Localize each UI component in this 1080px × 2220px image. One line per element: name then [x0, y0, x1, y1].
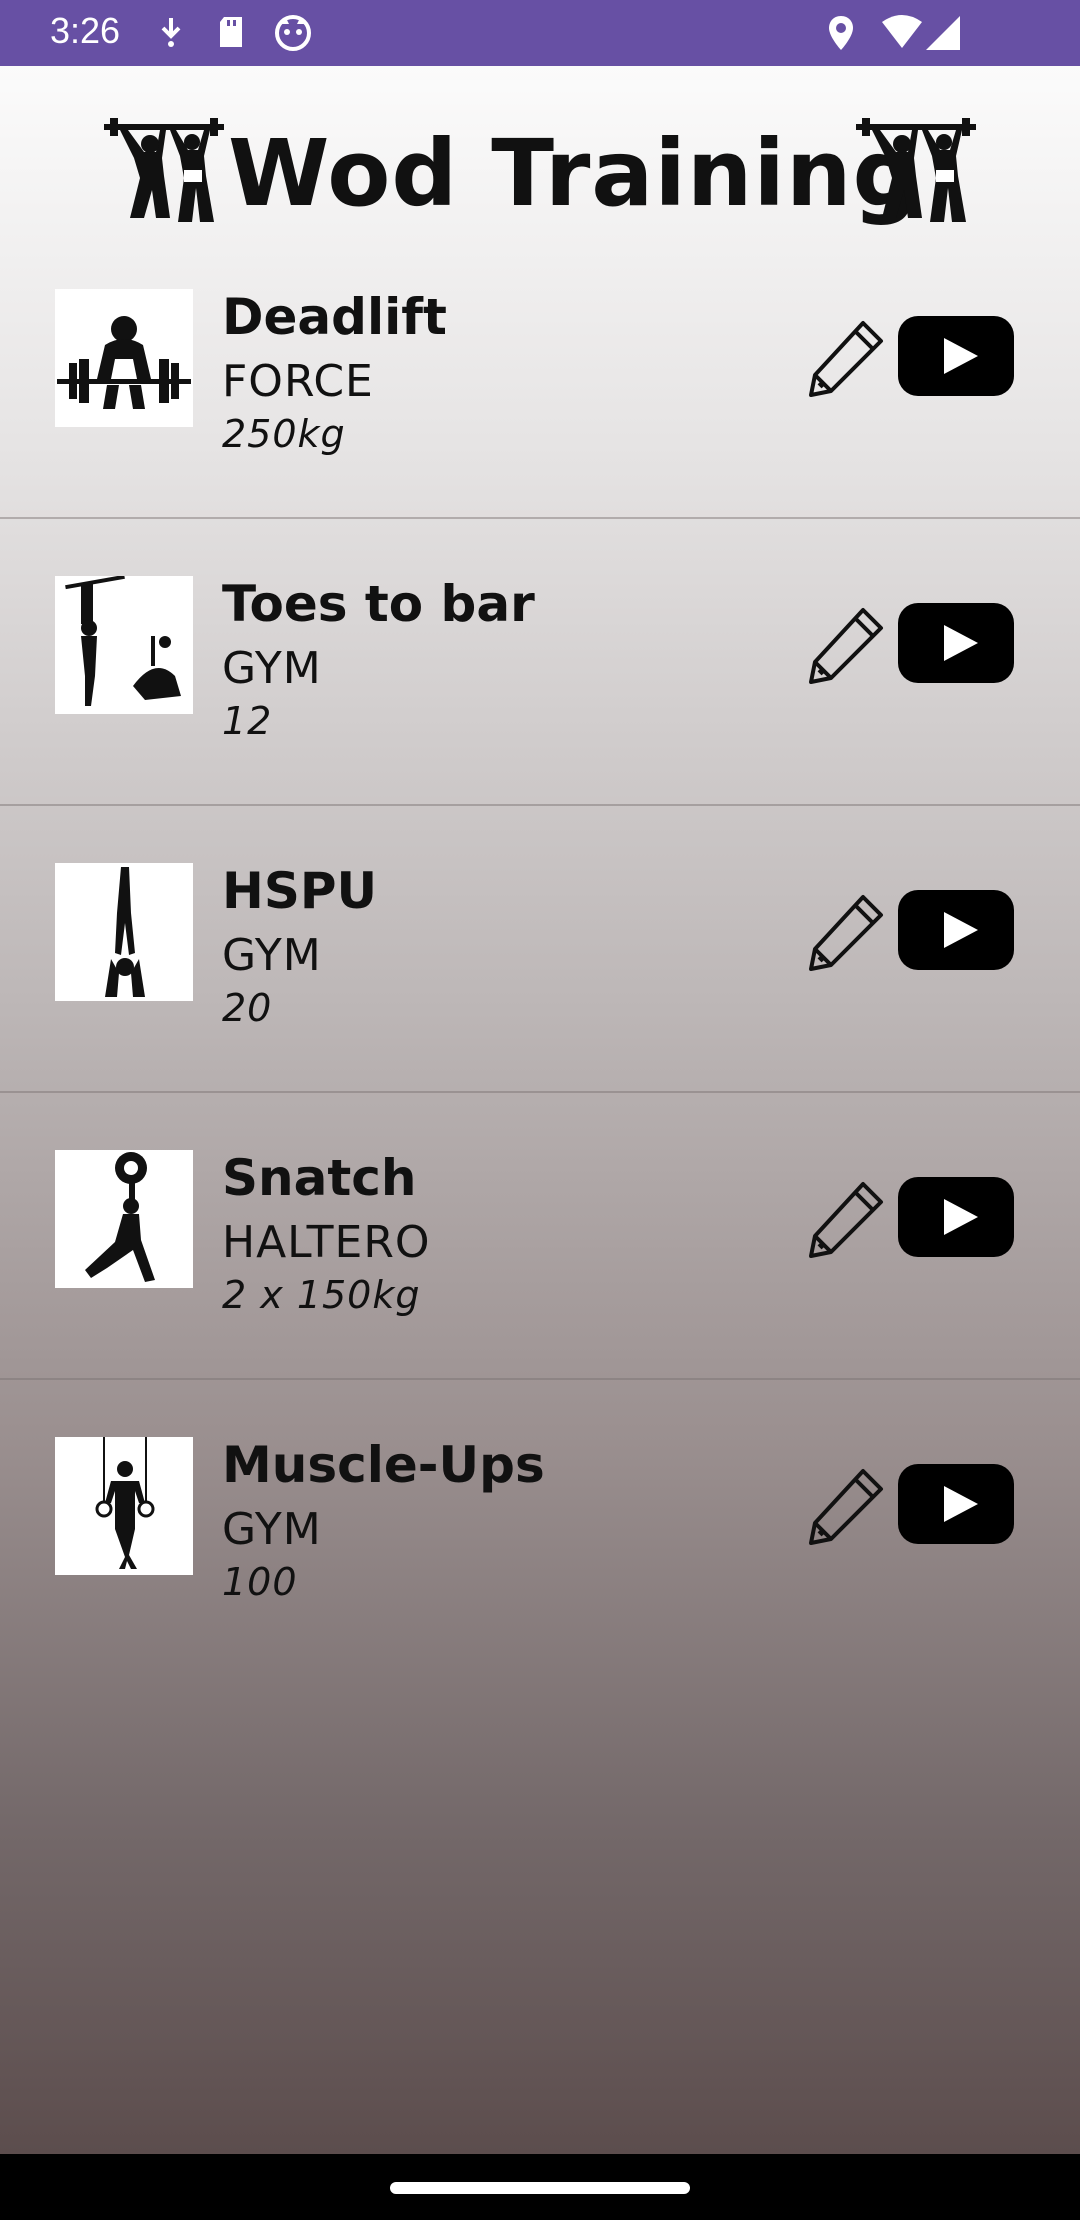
list-item[interactable]: HSPU GYM 20: [0, 806, 1080, 1093]
youtube-play-icon: [898, 316, 1014, 396]
play-video-button[interactable]: [896, 314, 1016, 398]
rings-icon: [95, 1437, 155, 1569]
weightlifter-logo-icon: [100, 118, 228, 234]
youtube-play-icon: [898, 1464, 1014, 1544]
list-item[interactable]: Toes to bar GYM 12: [0, 519, 1080, 806]
exercise-name: Snatch: [222, 1149, 417, 1207]
home-gesture-handle[interactable]: [390, 2182, 690, 2194]
navigation-bar: [0, 2154, 1080, 2220]
edit-button[interactable]: [805, 604, 887, 686]
list-item[interactable]: Muscle-Ups GYM 100: [0, 1380, 1080, 1665]
signal-icon: [924, 14, 964, 56]
handstand-icon: [105, 867, 145, 997]
wifi-icon: [880, 14, 924, 56]
download-icon: [156, 14, 186, 54]
exercise-name: Deadlift: [222, 288, 447, 346]
exercise-category: FORCE: [222, 356, 374, 407]
exercise-name: Toes to bar: [222, 575, 535, 633]
exercise-thumbnail: [55, 1150, 193, 1288]
list-item[interactable]: Snatch HALTERO 2 x 150kg: [0, 1093, 1080, 1380]
youtube-play-icon: [898, 1177, 1014, 1257]
toes-to-bar-icon: [65, 576, 181, 706]
exercise-category: GYM: [222, 1504, 322, 1555]
status-time: 3:26: [50, 10, 121, 51]
exercise-name: HSPU: [222, 862, 378, 920]
exercise-name: Muscle-Ups: [222, 1436, 545, 1494]
pencil-icon: [809, 1469, 883, 1545]
pencil-icon: [809, 895, 883, 971]
list-item[interactable]: Deadlift FORCE 250kg: [0, 232, 1080, 519]
location-icon: [826, 14, 856, 56]
edit-button[interactable]: [805, 317, 887, 399]
exercise-amount: 2 x 150kg: [222, 1273, 421, 1317]
exercise-thumbnail: [55, 289, 193, 427]
exercise-category: HALTERO: [222, 1217, 431, 1268]
exercise-thumbnail: [55, 576, 193, 714]
pencil-icon: [809, 321, 883, 397]
exercise-thumbnail: [55, 1437, 193, 1575]
exercise-amount: 12: [222, 699, 273, 743]
exercise-category: GYM: [222, 643, 322, 694]
page-title: Wod Training: [228, 120, 920, 227]
sd-card-icon: [216, 14, 246, 54]
pencil-icon: [809, 608, 883, 684]
edit-button[interactable]: [805, 1178, 887, 1260]
deadlift-icon: [57, 316, 191, 409]
play-video-button[interactable]: [896, 888, 1016, 972]
youtube-play-icon: [898, 890, 1014, 970]
play-video-button[interactable]: [896, 601, 1016, 685]
exercise-amount: 250kg: [222, 412, 346, 456]
youtube-play-icon: [898, 603, 1014, 683]
pencil-icon: [809, 1182, 883, 1258]
edit-button[interactable]: [805, 891, 887, 973]
exercise-thumbnail: [55, 863, 193, 1001]
exercise-list: Deadlift FORCE 250kg Toes to bar GYM 12 …: [0, 232, 1080, 1665]
play-video-button[interactable]: [896, 1175, 1016, 1259]
status-bar: 3:26: [0, 0, 1080, 66]
weightlifter-logo-icon: [852, 118, 980, 234]
edit-button[interactable]: [805, 1465, 887, 1547]
play-video-button[interactable]: [896, 1462, 1016, 1546]
snatch-icon: [85, 1152, 155, 1282]
cat-face-icon: [274, 14, 312, 56]
exercise-category: GYM: [222, 930, 322, 981]
exercise-amount: 100: [222, 1560, 298, 1604]
exercise-amount: 20: [222, 986, 273, 1030]
